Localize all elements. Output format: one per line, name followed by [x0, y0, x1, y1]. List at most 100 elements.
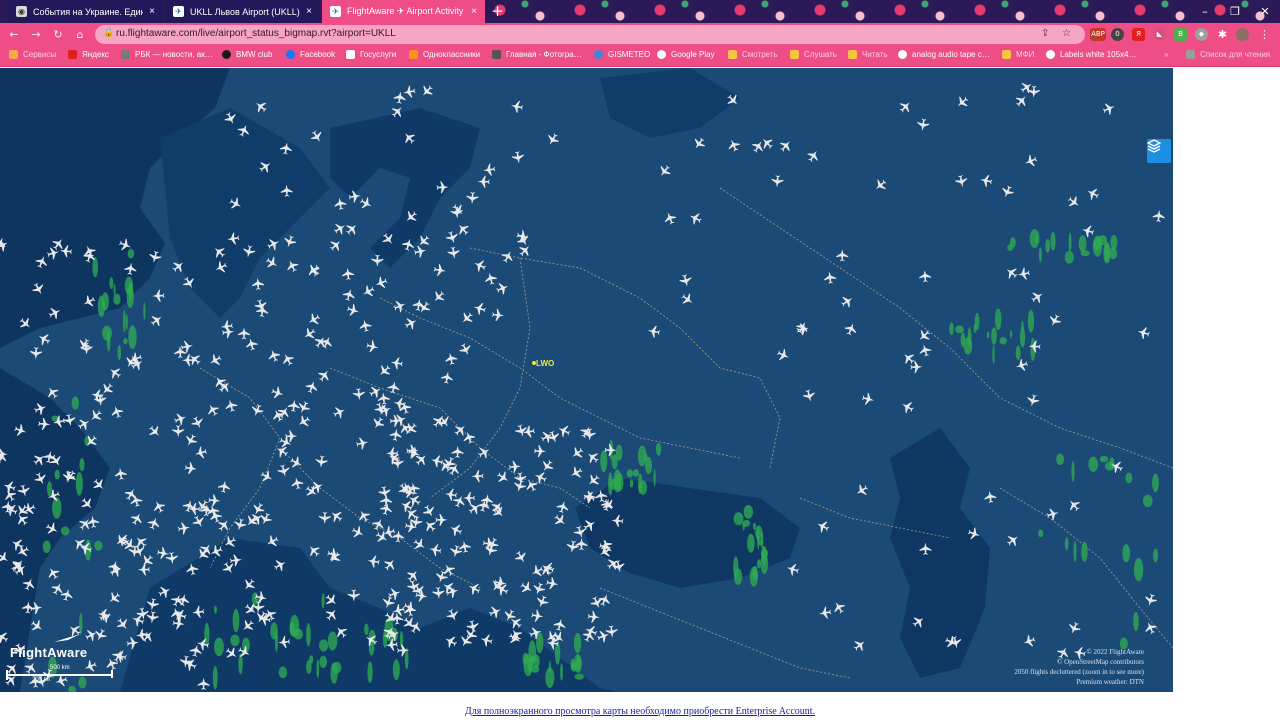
- bookmark-facebook[interactable]: Facebook: [286, 50, 335, 59]
- bookmark-bmw[interactable]: BMW club: [222, 50, 272, 59]
- browser-favicon-icon: ◉: [16, 6, 27, 17]
- weather-cell: [1071, 461, 1075, 483]
- weather-cell: [1045, 238, 1051, 253]
- close-icon[interactable]: ×: [149, 6, 155, 17]
- map-canvas: [0, 68, 1173, 692]
- weather-cell: [1064, 250, 1074, 264]
- bookmark-gismeteo[interactable]: GISMETEO: [594, 50, 650, 59]
- weather-cell: [752, 522, 757, 531]
- weather-cell: [1152, 473, 1159, 493]
- layers-icon: [1147, 139, 1161, 153]
- home-icon[interactable]: ⌂: [72, 27, 88, 42]
- bookmark-ok[interactable]: Одноклассники: [409, 50, 480, 59]
- extension-icon[interactable]: B: [1174, 28, 1187, 41]
- close-icon[interactable]: ×: [471, 6, 477, 17]
- bookmark-gosuslugi[interactable]: Госуслуги: [346, 50, 396, 59]
- weather-cell: [574, 673, 585, 680]
- weather-cell: [1092, 235, 1103, 257]
- back-icon[interactable]: ←: [6, 27, 22, 42]
- more-bookmarks-icon[interactable]: »: [1164, 50, 1168, 59]
- close-icon[interactable]: ×: [306, 6, 312, 17]
- weather-cell: [392, 659, 400, 681]
- enterprise-account-link[interactable]: Для полноэкранного просмотра карты необх…: [0, 706, 1280, 717]
- bookmark-analog-tape[interactable]: analog audio tape c…: [898, 50, 990, 59]
- brand-text: FlightAware: [10, 645, 88, 660]
- weather-cell: [71, 396, 80, 410]
- extension-icon[interactable]: 0: [1111, 28, 1124, 41]
- weather-cell: [75, 471, 83, 496]
- bookmark-rbc[interactable]: РБК — новости, ак…: [121, 50, 213, 59]
- bookmark-read[interactable]: Читать: [848, 50, 887, 59]
- weather-cell: [733, 556, 739, 578]
- tab-3[interactable]: ✈ FlightAware ✈ Airport Activity … ×: [322, 0, 485, 23]
- weather-cell: [545, 667, 555, 688]
- shield-extension-icon[interactable]: ◆: [1195, 28, 1208, 41]
- bookmark-label: МФИ: [1016, 50, 1035, 59]
- weather-cell: [615, 444, 623, 461]
- address-bar[interactable]: 🔒 ru.flightaware.com/live/airport_status…: [95, 25, 1085, 44]
- bookmark-label: analog audio tape c…: [912, 50, 990, 59]
- bookmark-label: Читать: [862, 50, 888, 59]
- bookmark-label: Госуслуги: [360, 50, 397, 59]
- tab-2[interactable]: ✈ UKLL Львов Airport (UKLL) - Flig… ×: [165, 0, 320, 23]
- weather-cell: [109, 277, 114, 290]
- weather-cell: [117, 344, 122, 361]
- share-icon[interactable]: ⇪: [1041, 28, 1049, 39]
- star-icon[interactable]: ☆: [1062, 28, 1071, 39]
- folder-icon: [790, 50, 799, 59]
- close-window-icon[interactable]: ✕: [1250, 0, 1280, 23]
- bookmark-google-play[interactable]: Google Play: [657, 50, 715, 59]
- weather-cell: [230, 634, 240, 647]
- weather-cell: [1081, 541, 1088, 562]
- airport-label[interactable]: LWO: [536, 359, 554, 368]
- weather-cell: [316, 659, 320, 678]
- bookmark-labels[interactable]: Labels white 105x4…: [1046, 50, 1137, 59]
- copyright: © 2022 FlightAware: [1086, 648, 1144, 656]
- weather-cell: [214, 605, 217, 614]
- bookmark-watch[interactable]: Смотреть: [728, 50, 778, 59]
- weather-cell: [306, 623, 311, 647]
- weather-cell: [270, 622, 278, 640]
- weather-cell: [955, 325, 964, 334]
- bookmark-listen[interactable]: Слушать: [790, 50, 837, 59]
- yandex-extension-icon[interactable]: Я: [1132, 28, 1145, 41]
- scale-label-km: 500 km: [50, 665, 70, 671]
- bookmark-label: Сервисы: [23, 50, 57, 59]
- extension-icon[interactable]: ◣: [1153, 28, 1166, 41]
- weather-cell: [113, 283, 116, 296]
- weather-cell: [1152, 548, 1159, 563]
- osm-attribution[interactable]: © OpenStreetMap contributors: [1057, 658, 1144, 666]
- minimize-icon[interactable]: –: [1190, 0, 1220, 23]
- puzzle-icon[interactable]: ✱: [1216, 28, 1229, 41]
- bookmark-label: BMW club: [236, 50, 273, 59]
- flight-map[interactable]: [0, 68, 1173, 692]
- weather-cell: [653, 468, 656, 487]
- weather-cell: [974, 312, 980, 331]
- weather-cell: [1109, 457, 1115, 470]
- weather-cell: [327, 631, 338, 651]
- scale-bar: 500 km 200 mi: [6, 665, 113, 687]
- bookmark-label: GISMETEO: [608, 50, 651, 59]
- weather-cell: [994, 308, 1002, 331]
- weather-cell: [733, 512, 744, 526]
- layers-button[interactable]: [1147, 139, 1171, 163]
- url-text: ru.flightaware.com/live/airport_status_b…: [116, 28, 396, 39]
- weather-cell: [1073, 540, 1077, 563]
- weather-cell: [1009, 237, 1016, 248]
- bookmark-yandex[interactable]: Яндекс: [68, 50, 109, 59]
- tab-1[interactable]: ◉ События на Украине. Единая т… ×: [8, 0, 163, 23]
- adblock-extension-icon[interactable]: ABP: [1090, 28, 1106, 41]
- forward-icon[interactable]: →: [28, 27, 44, 42]
- bookmark-mfi[interactable]: МФИ: [1002, 50, 1034, 59]
- maximize-icon[interactable]: ❐: [1220, 0, 1250, 23]
- reading-list[interactable]: Список для чтения: [1186, 50, 1270, 59]
- avatar[interactable]: [1236, 28, 1249, 41]
- bookmark-photo[interactable]: Главная - Фотогра…: [492, 50, 582, 59]
- weather-cell: [319, 655, 328, 669]
- bookmark-services[interactable]: Сервисы: [9, 50, 56, 59]
- reload-icon[interactable]: ↻: [50, 27, 66, 42]
- new-tab-button[interactable]: +: [488, 2, 507, 21]
- bookmark-label: Google Play: [671, 50, 715, 59]
- menu-icon[interactable]: ⋮: [1258, 28, 1271, 41]
- reading-list-label: Список для чтения: [1200, 50, 1271, 59]
